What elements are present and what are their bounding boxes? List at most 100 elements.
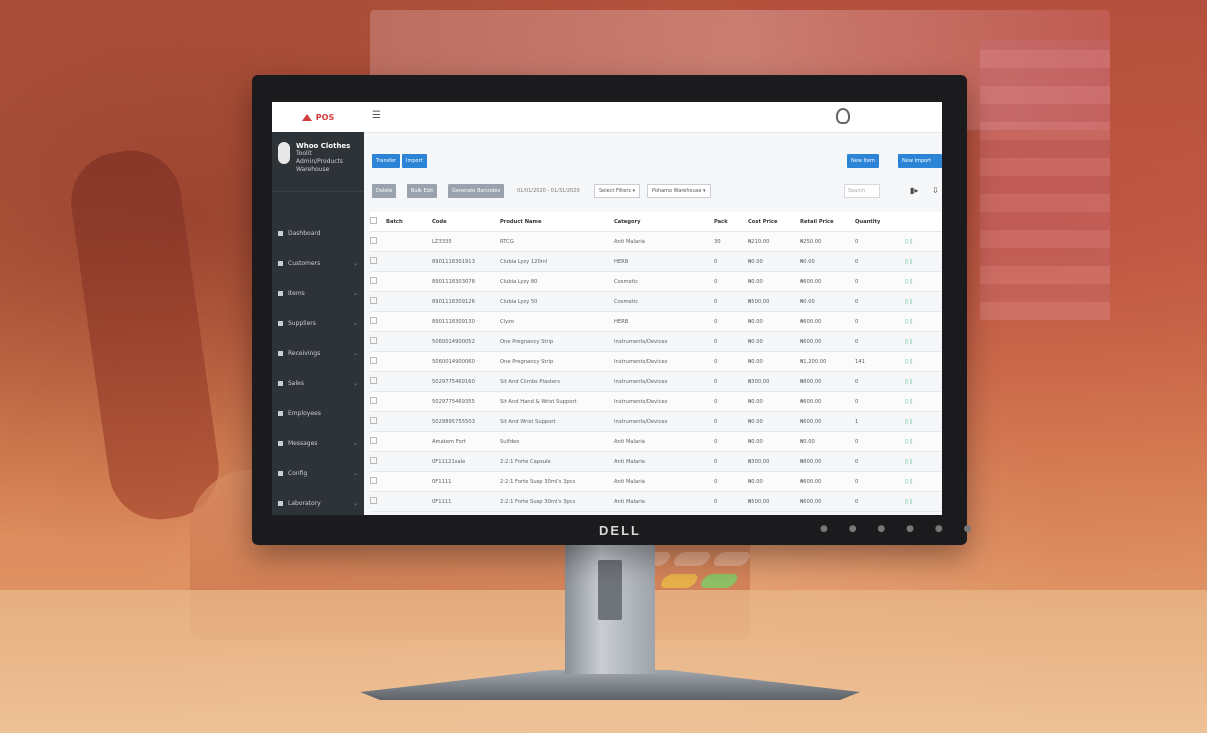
- table-row[interactable]: 0F1111 2:2:1 Forte Susp 30ml's 3pcs Anti M…: [370, 472, 942, 492]
- edit-icon[interactable]: ▯ ▯: [905, 239, 942, 245]
- table-row[interactable]: 5060014900052 One Pregnancy Strip Instrume…: [370, 332, 942, 352]
- table-cell: HERB: [614, 318, 629, 325]
- edit-icon[interactable]: ▯ ▯: [905, 259, 942, 265]
- row-checkbox[interactable]: [370, 477, 386, 486]
- row-checkbox[interactable]: [370, 357, 386, 366]
- sidebar-item-icon: [278, 350, 283, 356]
- column-header[interactable]: Product Name: [500, 219, 614, 225]
- table-cell: 0: [855, 478, 859, 485]
- table-row[interactable]: 8901118309126 Clubia Lyzy 50 Cosmetic 0 ₦500…: [370, 292, 942, 312]
- table-cell: 8901118301913: [432, 258, 475, 265]
- sidebar-item-receivings[interactable]: Receivings ⌄: [272, 338, 364, 368]
- transfer-button[interactable]: Transfer: [372, 154, 401, 168]
- import-button[interactable]: Import: [402, 154, 427, 168]
- table-row[interactable]: LZ3335 RTCG Anti Malaria 30 ₦210.00 ₦250.00 0 ▯…: [370, 232, 942, 252]
- edit-icon[interactable]: ▯ ▯: [905, 279, 942, 285]
- edit-icon[interactable]: ▯ ▯: [905, 339, 942, 345]
- edit-icon[interactable]: ▯ ▯: [905, 399, 942, 405]
- table-cell: 5029775469160: [432, 378, 475, 385]
- row-checkbox[interactable]: [370, 457, 386, 466]
- row-checkbox[interactable]: [370, 497, 386, 506]
- delete-button[interactable]: Delete: [372, 184, 397, 198]
- table-cell: 0F11121sale: [432, 458, 466, 465]
- profile-line: Admin/Products: [296, 158, 344, 165]
- filter-select[interactable]: Select Filters ▾: [594, 184, 641, 198]
- sidebar-item-employees[interactable]: Employees: [272, 398, 364, 428]
- column-header[interactable]: Retail Price: [800, 219, 855, 225]
- sidebar-item-suppliers[interactable]: Suppliers ⌄: [272, 308, 364, 338]
- column-header[interactable]: Pack: [714, 219, 748, 225]
- column-header[interactable]: Code: [432, 219, 500, 225]
- row-checkbox[interactable]: [370, 257, 386, 266]
- profile-card[interactable]: Whoo Clothes Toolit Admin/Products Wareh…: [272, 132, 364, 192]
- table-row[interactable]: 8901118301913 Clubia Lyzy 120ml HERB 0 ₦0.00…: [370, 252, 942, 272]
- table-cell: 0: [855, 398, 859, 405]
- row-checkbox[interactable]: [370, 377, 386, 386]
- new-item-button[interactable]: New Item: [847, 154, 879, 168]
- table-cell: 0: [714, 458, 718, 465]
- table-row[interactable]: 5029895755503 Sit And Wrist Support Instru…: [370, 412, 942, 432]
- search-input[interactable]: Search: [844, 184, 880, 198]
- edit-icon[interactable]: ▯ ▯: [905, 459, 942, 465]
- table-cell: 0: [714, 298, 718, 305]
- table-cell: ₦800.00: [800, 378, 822, 385]
- select-all-checkbox[interactable]: [370, 217, 386, 226]
- edit-icon[interactable]: ▯ ▯: [905, 499, 942, 505]
- table-cell: 5060014900060: [432, 358, 475, 365]
- table-row[interactable]: 8901118309130 Clyzo HERB 0 ₦0.00 ₦600.00 0 ▯ ▯: [370, 312, 942, 332]
- table-row[interactable]: 5060014900060 One Pregnancy Strip Instrume…: [370, 352, 942, 372]
- edit-icon[interactable]: ▯ ▯: [905, 359, 942, 365]
- sidebar-item-label: Laboratory: [288, 499, 321, 507]
- row-checkbox[interactable]: [370, 437, 386, 446]
- table-row[interactable]: 8901118303078 Clubia Lyzy 80 Cosmetic 0 ₦0.0…: [370, 272, 942, 292]
- edit-icon[interactable]: ▯ ▯: [905, 379, 942, 385]
- sidebar-item-customers[interactable]: Customers ⌄: [272, 248, 364, 278]
- table-cell: 0: [714, 358, 718, 365]
- table-row[interactable]: Amatem Fort Sulfdex Anti Malaria 0 ₦0.00 ₦0.0…: [370, 432, 942, 452]
- column-header[interactable]: Batch: [386, 219, 432, 225]
- sidebar-item-laboratory[interactable]: Laboratory ⌄: [272, 488, 364, 515]
- table-cell: ₦600.00: [800, 478, 822, 485]
- edit-icon[interactable]: ▯ ▯: [905, 319, 942, 325]
- items-table: Batch Code Product Name Category Pack Cost Pr…: [370, 212, 942, 512]
- row-checkbox[interactable]: [370, 397, 386, 406]
- row-checkbox[interactable]: [370, 237, 386, 246]
- new-import-button[interactable]: New Import: [898, 154, 942, 168]
- monitor-buttons[interactable]: ● ● ● ● ● ●: [820, 524, 980, 534]
- row-checkbox[interactable]: [370, 417, 386, 426]
- sidebar-item-items[interactable]: Items ⌄: [272, 278, 364, 308]
- table-cell: ₦0.00: [748, 438, 763, 445]
- generate-barcodes-button[interactable]: Generate Barcodes: [448, 184, 505, 198]
- table-row[interactable]: 5029775469355 Sit And Hand & Wrist Suppor…: [370, 392, 942, 412]
- table-cell: ₦0.00: [748, 258, 763, 265]
- row-checkbox[interactable]: [370, 297, 386, 306]
- table-row[interactable]: 0F1111 2:2:1 Forte Susp 30ml's 3pcs Anti M…: [370, 492, 942, 512]
- user-icon[interactable]: [836, 108, 850, 124]
- table-row[interactable]: 5029775469160 Sit And Climbs Plasters Inst…: [370, 372, 942, 392]
- sidebar-item-sales[interactable]: Sales ⌄: [272, 368, 364, 398]
- table-row[interactable]: 0F11121sale 2:2:1 Forte Capsule Anti Malar…: [370, 452, 942, 472]
- row-checkbox[interactable]: [370, 337, 386, 346]
- hamburger-icon[interactable]: ☰: [372, 110, 381, 121]
- download-icon[interactable]: ⇩: [932, 186, 939, 195]
- edit-icon[interactable]: ▯ ▯: [905, 299, 942, 305]
- pos-app-screen: POS Whoo Clothes Toolit Admin/Products W…: [272, 102, 942, 515]
- table-cell: ₦600.00: [800, 318, 822, 325]
- edit-icon[interactable]: ▯ ▯: [905, 479, 942, 485]
- sidebar-item-messages[interactable]: Messages ⌄: [272, 428, 364, 458]
- bulk-edit-button[interactable]: Bulk Edit: [407, 184, 438, 198]
- column-header[interactable]: Cost Price: [748, 219, 800, 225]
- row-checkbox[interactable]: [370, 277, 386, 286]
- app-logo[interactable]: POS: [272, 102, 364, 132]
- sidebar-item-dashboard[interactable]: Dashboard: [272, 218, 364, 248]
- columns-icon[interactable]: ▮▸: [910, 186, 918, 195]
- warehouse-select[interactable]: Pohamo Warehouse ▾: [647, 184, 711, 198]
- edit-icon[interactable]: ▯ ▯: [905, 419, 942, 425]
- date-range[interactable]: 01/01/2020 - 01/31/2020: [517, 188, 580, 194]
- sidebar-item-config[interactable]: Config ⌄: [272, 458, 364, 488]
- table-cell: ₦0.00: [748, 318, 763, 325]
- column-header[interactable]: Quantity: [855, 219, 905, 225]
- column-header[interactable]: Category: [614, 219, 714, 225]
- edit-icon[interactable]: ▯ ▯: [905, 439, 942, 445]
- row-checkbox[interactable]: [370, 317, 386, 326]
